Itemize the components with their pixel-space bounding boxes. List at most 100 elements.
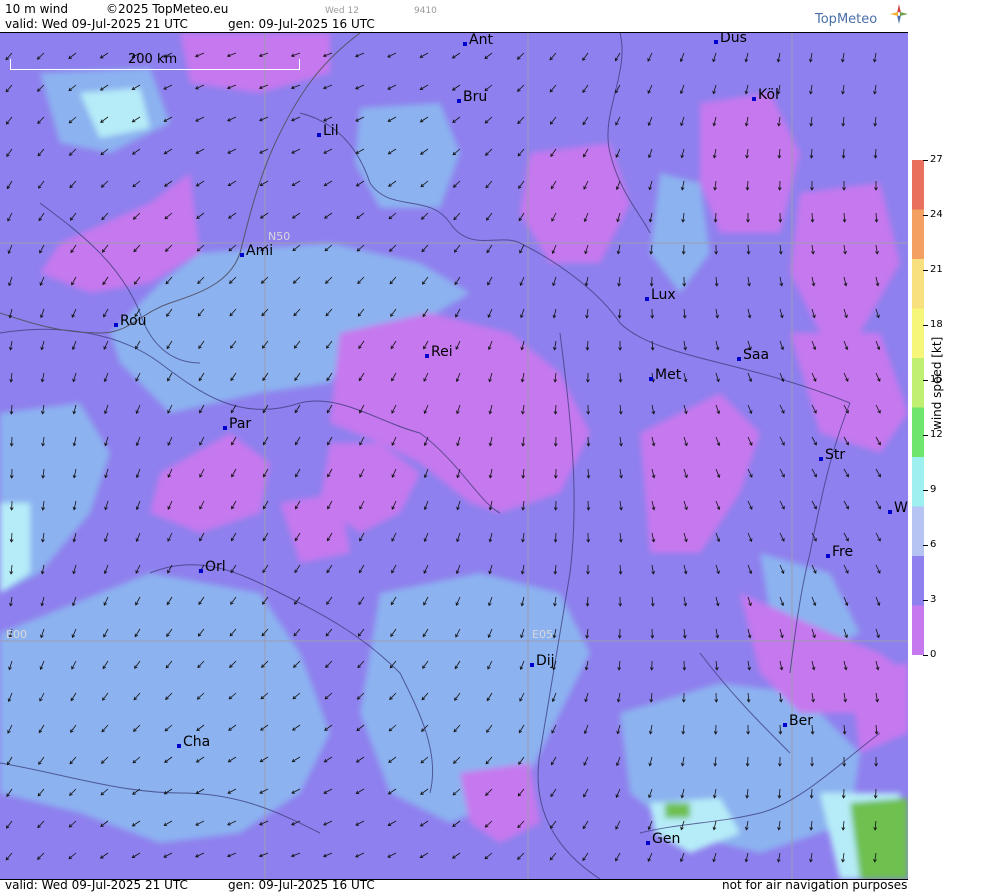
city-amiens[interactable]: Ami <box>240 244 273 258</box>
wind-arrow-icon <box>811 692 815 703</box>
wind-arrow-icon <box>163 788 173 795</box>
city-antwerp[interactable]: Ant <box>463 33 493 47</box>
wind-arrow-icon <box>421 692 429 701</box>
wind-arrow-icon <box>454 244 461 253</box>
wind-arrow-icon <box>327 468 333 478</box>
wind-arrow-icon <box>712 52 717 63</box>
wind-arrow-icon <box>583 180 589 190</box>
wind-arrow-icon <box>291 180 301 186</box>
wind-arrow-icon <box>452 820 461 827</box>
city-saarbrucken[interactable]: Saa <box>737 348 769 362</box>
wind-arrow-icon <box>520 564 525 575</box>
city-orleans[interactable]: Orl <box>199 560 226 574</box>
wind-arrow-icon <box>166 628 173 637</box>
wind-arrow-icon <box>456 532 461 543</box>
wind-arrow-icon <box>423 404 429 414</box>
wind-arrow-icon <box>230 340 237 349</box>
wind-arrow-icon <box>647 52 653 62</box>
city-brussels[interactable]: Bru <box>457 90 487 104</box>
city-bern[interactable]: Ber <box>783 714 813 728</box>
wind-arrow-icon <box>391 500 397 510</box>
legend-color-step <box>912 407 924 458</box>
wind-arrow-icon <box>102 692 109 701</box>
wind-arrow-icon <box>648 180 653 191</box>
wind-arrow-icon <box>615 116 621 126</box>
city-marker <box>199 569 203 573</box>
city-rouen[interactable]: Rou <box>114 314 147 328</box>
wind-arrow-icon <box>5 116 13 125</box>
wind-arrow-icon <box>650 340 655 351</box>
wind-arrow-icon <box>197 276 205 285</box>
wind-arrow-icon <box>229 628 237 637</box>
wind-arrow-icon <box>6 756 13 766</box>
wind-arrow-icon <box>259 788 269 794</box>
wind-arrow-icon <box>777 820 781 831</box>
wind-arrow-icon <box>227 116 237 122</box>
legend-tick-label: 12 <box>930 429 943 440</box>
wind-arrow-icon <box>776 52 781 63</box>
wind-arrow-icon <box>680 180 685 191</box>
wind-arrow-icon <box>133 724 141 732</box>
wind-arrow-icon <box>419 116 429 123</box>
wind-arrow-icon <box>230 532 237 542</box>
wind-arrow-icon <box>69 756 77 765</box>
wind-arrow-icon <box>809 788 814 799</box>
wind-arrow-icon <box>68 852 77 860</box>
wind-arrow-icon <box>6 148 13 157</box>
wind-arrow-icon <box>356 212 365 219</box>
wind-arrow-icon <box>616 692 621 703</box>
wind-arrow-icon <box>195 756 205 763</box>
wind-arrow-icon <box>843 500 849 510</box>
wind-arrow-icon <box>456 500 461 511</box>
city-dusseldorf[interactable]: Düs <box>714 33 747 45</box>
wind-arrow-icon <box>231 468 237 478</box>
city-marker <box>223 426 227 430</box>
city-chateauroux[interactable]: Cha <box>177 735 210 749</box>
wind-arrow-icon <box>550 820 557 829</box>
city-w[interactable]: W <box>888 501 908 515</box>
wind-arrow-icon <box>38 724 45 734</box>
wind-arrow-icon <box>70 724 77 733</box>
wind-arrow-icon <box>779 692 783 703</box>
wind-arrow-icon <box>456 436 461 447</box>
wind-arrow-icon <box>7 212 13 222</box>
city-strasbourg[interactable]: Str <box>819 448 845 462</box>
wind-arrow-icon <box>485 148 493 156</box>
legend-tick-label: 9 <box>930 484 937 495</box>
wind-arrow-icon <box>648 788 653 799</box>
city-metz[interactable]: Met <box>649 368 681 382</box>
wind-arrow-icon <box>455 372 461 383</box>
wind-arrow-icon <box>419 52 429 58</box>
city-geneva[interactable]: Gen <box>646 832 680 846</box>
city-dijon[interactable]: Dij <box>530 654 555 668</box>
city-lille[interactable]: Lil <box>317 124 339 138</box>
city-reims[interactable]: Rei <box>425 345 453 359</box>
city-paris[interactable]: Par <box>223 417 251 431</box>
city-koln[interactable]: Köl <box>752 88 779 102</box>
wind-arrow-icon <box>41 532 45 543</box>
wind-arrow-icon <box>744 820 749 831</box>
city-luxembourg[interactable]: Lux <box>645 288 676 302</box>
wind-arrow-icon <box>358 564 365 574</box>
wind-arrow-icon <box>585 372 590 383</box>
wind-arrow-icon <box>6 180 13 190</box>
wind-arrow-icon <box>134 660 141 669</box>
wind-arrow-icon <box>453 212 461 221</box>
wind-arrow-icon <box>69 180 77 189</box>
wind-arrow-icon <box>679 852 685 863</box>
wind-arrow-icon <box>647 820 653 831</box>
wind-arrow-icon <box>550 180 557 190</box>
wind-arrow-icon <box>811 372 817 382</box>
wind-arrow-icon <box>359 532 365 542</box>
wind-arrow-icon <box>550 148 557 157</box>
footer: valid: Wed 09-Jul-2025 21 UTC gen: 09-Ju… <box>0 878 908 892</box>
wind-arrow-icon <box>647 84 653 94</box>
wind-arrow-icon <box>326 564 333 574</box>
wind-arrow-icon <box>261 628 269 637</box>
wind-arrow-icon <box>423 596 429 606</box>
wind-arrow-icon <box>134 628 141 638</box>
city-marker <box>530 663 534 667</box>
city-freiburg[interactable]: Fre <box>826 545 853 559</box>
wind-arrow-icon <box>295 468 301 478</box>
wind-map[interactable]: 200 km N50 E00 E05 Ant Düs Bru Köl Lil A… <box>0 32 908 880</box>
